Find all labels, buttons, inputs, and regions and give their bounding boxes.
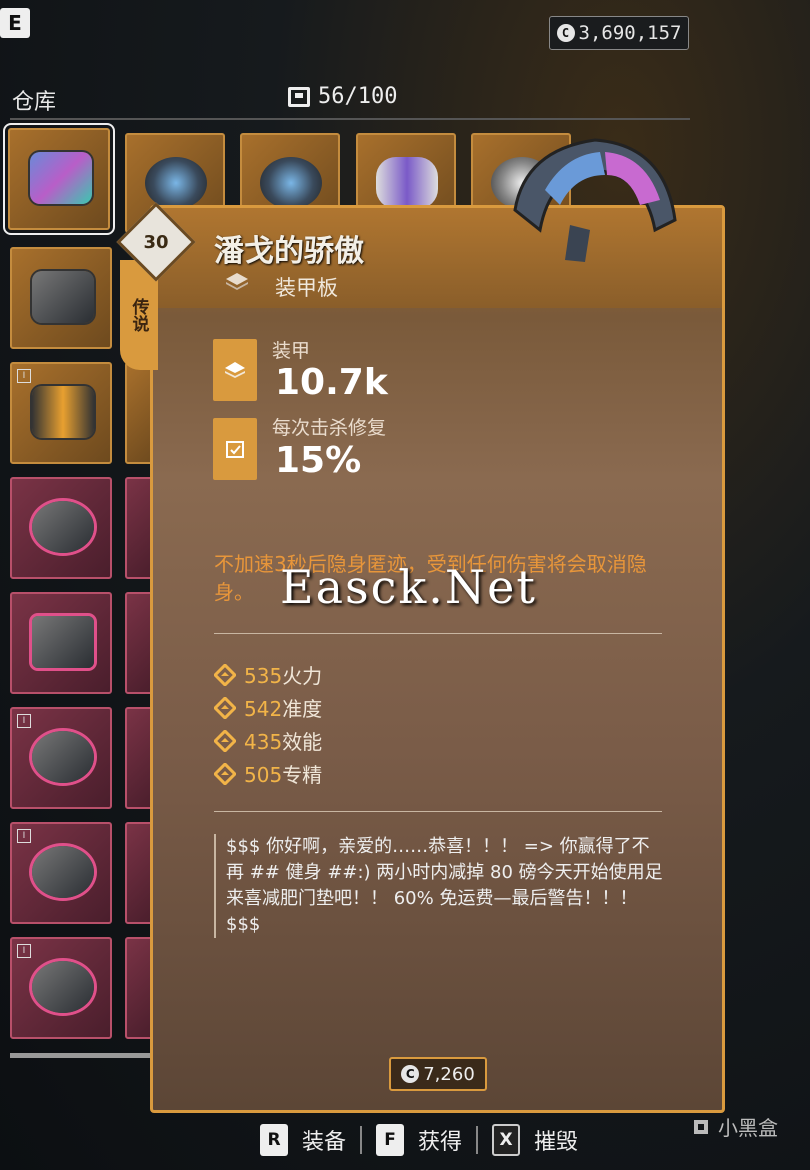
brand-name: 小黑盒 [718,1116,778,1140]
flavor-text: $$$ 你好啊，亲爱的……恭喜！！！ => 你赢得了不再 ## 健身 ##:) … [214,834,664,938]
divider [214,633,662,634]
storage-title: 仓库 [12,90,57,115]
action-bar: R 装备 F 获得 X 摧毁 [260,1120,578,1160]
crate-icon [32,616,94,668]
e-key-hint[interactable]: E [0,8,30,38]
cylinder-module-icon [376,157,438,209]
stat-value-repair: 15% [275,440,362,481]
brand-logo-icon [694,1119,708,1134]
credit-icon: C [401,1065,420,1083]
attribute-value: 542 [244,697,283,721]
level-number: 30 [143,231,169,253]
key-hint-f[interactable]: F [376,1124,405,1156]
divider [476,1126,479,1154]
attribute-name: 准度 [282,697,323,721]
watermark-text: Easck.Net [280,560,537,614]
destroy-action[interactable]: 摧毁 [534,1124,578,1156]
attribute-name: 效能 [282,730,323,754]
price-value: 7,260 [423,1063,475,1085]
inventory-slot[interactable]: I [10,937,112,1039]
tier-tag: I [17,369,31,383]
inventory-screen: E C 3,690,157 仓库 56/100 I I I I 传说 30 潘戈… [0,0,810,1170]
attribute-value: 535 [244,664,283,688]
divider [10,118,690,120]
inventory-slot[interactable]: I [10,822,112,924]
inventory-slot[interactable]: I [10,362,112,464]
inventory-slot[interactable] [10,247,112,349]
obtain-action[interactable]: 获得 [418,1124,462,1156]
capacity-value: 56/100 [318,84,398,109]
inventory-slot[interactable] [10,477,112,579]
attribute-name: 火力 [282,664,323,688]
inventory-slot[interactable] [10,592,112,694]
attribute-row: 542准度 [214,693,322,722]
equip-action[interactable]: 装备 [302,1124,346,1156]
armor-plate-render [513,138,677,262]
tier-tag: I [17,714,31,728]
diamond-icon [214,696,236,719]
repair-icon [213,418,257,480]
sell-price: C 7,260 [389,1057,487,1091]
brand-watermark: 小黑盒 [690,1112,778,1141]
credit-icon: C [556,24,575,42]
module-icon [260,157,322,209]
attribute-name: 专精 [282,763,323,787]
top-bar: E C 3,690,157 [0,0,810,60]
currency-display: C 3,690,157 [549,16,689,50]
key-hint-r[interactable]: R [260,1124,288,1156]
attribute-value: 505 [244,763,283,787]
module-icon [145,157,207,209]
tier-tag: I [17,829,31,843]
attribute-row: 535火力 [214,660,322,689]
item-type: 装甲板 [275,276,338,300]
cannon-icon [32,731,94,783]
armor-plate-icon [30,152,92,204]
drone-icon [32,501,94,553]
attribute-row: 435效能 [214,726,322,755]
diamond-icon [214,729,236,752]
cannon-icon [32,846,94,898]
attribute-value: 435 [244,730,283,754]
armor-stack-icon [213,339,257,401]
cannon-icon [32,961,94,1013]
stat-label-armor: 装甲 [272,340,311,362]
currency-amount: 3,690,157 [578,22,682,44]
diamond-icon [214,762,236,785]
inventory-slot-selected[interactable] [3,123,115,235]
item-name: 潘戈的骄傲 [214,234,364,269]
tier-tag: I [17,944,31,958]
storage-box-icon [288,86,310,107]
divider [214,811,662,812]
inventory-slot[interactable]: I [10,707,112,809]
attribute-row: 505专精 [214,759,322,788]
shield-module-icon [32,271,94,323]
thruster-icon [32,386,94,438]
stat-label-repair: 每次击杀修复 [272,417,387,439]
key-hint-x[interactable]: X [492,1124,521,1156]
grid-scrollbar[interactable] [10,1053,150,1058]
divider [360,1126,363,1154]
diamond-icon [214,663,236,686]
storage-capacity: 56/100 [288,84,397,109]
armor-type-icon [226,273,248,290]
stat-value-armor: 10.7k [275,362,388,403]
